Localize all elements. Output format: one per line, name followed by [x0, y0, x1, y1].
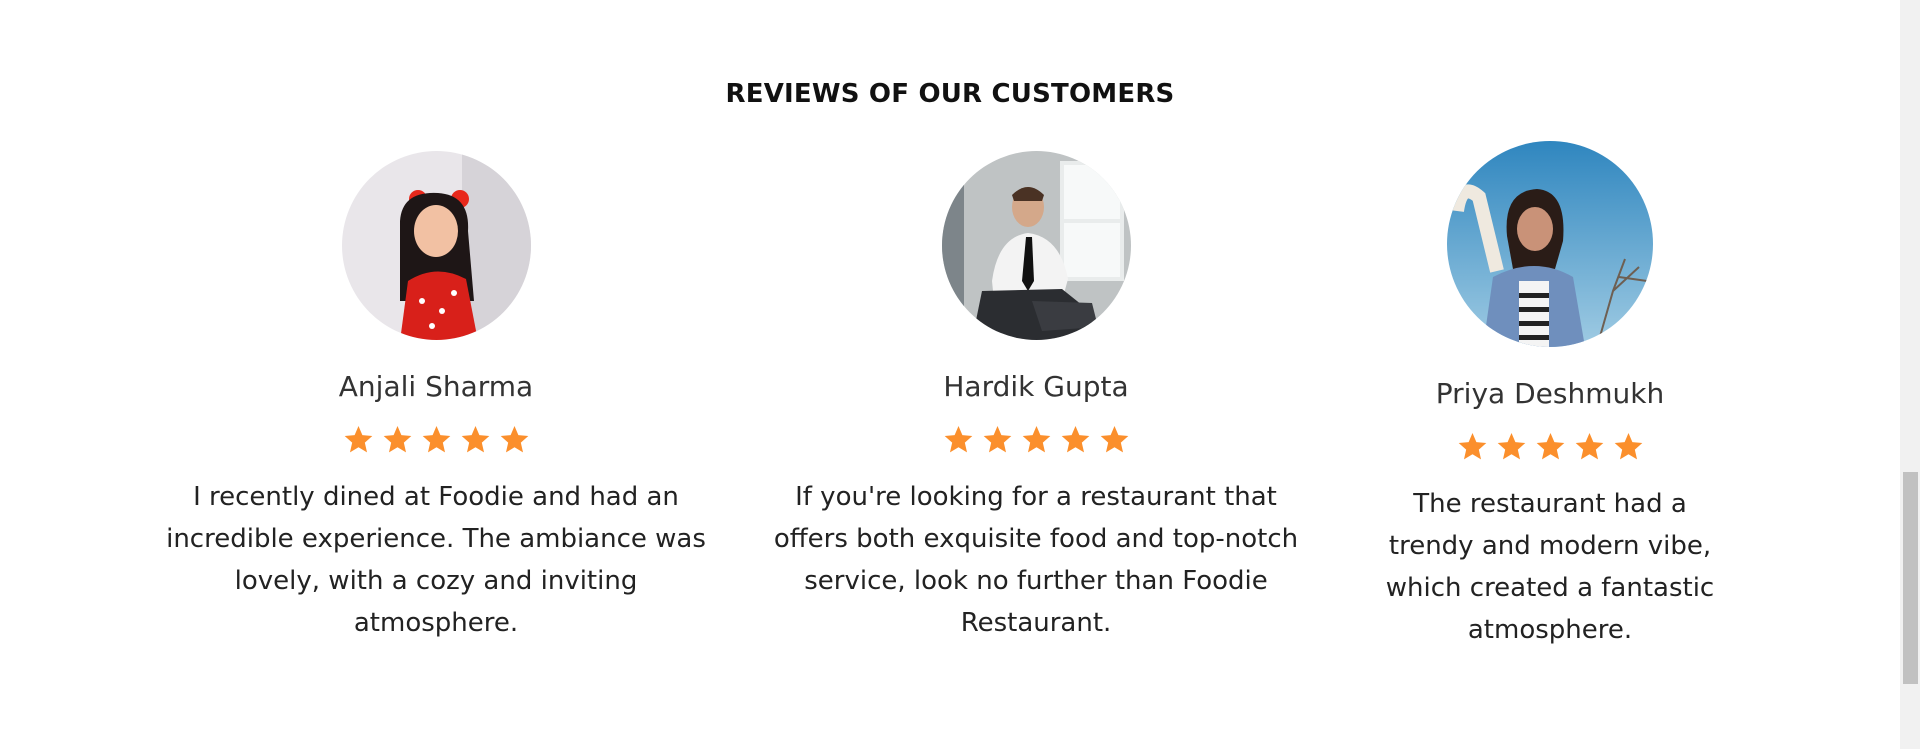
- star-rating: [1457, 431, 1644, 463]
- star-icon: [1614, 432, 1642, 460]
- star-rating: [343, 424, 530, 456]
- star-icon: [1022, 425, 1050, 453]
- star-icon: [461, 425, 489, 453]
- star-icon: [1536, 432, 1564, 460]
- reviewer-name: Anjali Sharma: [338, 370, 534, 403]
- reviewer-name: Hardik Gupta: [943, 370, 1129, 403]
- star-icon: [1100, 425, 1128, 453]
- review-text: I recently dined at Foodie and had an in…: [166, 482, 706, 638]
- scrollbar-thumb[interactable]: [1903, 472, 1918, 684]
- avatar: [941, 151, 1131, 340]
- star-icon: [1575, 432, 1603, 460]
- avatar: [1447, 141, 1653, 347]
- star-icon: [1458, 432, 1486, 460]
- review-text: The restaurant had a trendy and modern v…: [1385, 489, 1715, 645]
- star-rating: [943, 424, 1130, 456]
- review-text: If you're looking for a restaurant that …: [773, 482, 1299, 638]
- avatar: [341, 151, 531, 340]
- star-icon: [500, 425, 528, 453]
- review-card: Anjali Sharma I recently dined at Foodie…: [136, 151, 736, 644]
- review-card: Hardik Gupta If you're looking for a res…: [736, 151, 1336, 644]
- section-title: REVIEWS OF OUR CUSTOMERS: [725, 79, 1175, 109]
- scrollbar[interactable]: [1900, 0, 1920, 749]
- star-icon: [422, 425, 450, 453]
- star-icon: [344, 425, 372, 453]
- star-icon: [983, 425, 1011, 453]
- review-card: Priya Deshmukh The restaurant had a tren…: [1335, 141, 1765, 651]
- star-icon: [383, 425, 411, 453]
- star-icon: [1061, 425, 1089, 453]
- star-icon: [1497, 432, 1525, 460]
- star-icon: [944, 425, 972, 453]
- reviewer-name: Priya Deshmukh: [1435, 377, 1665, 410]
